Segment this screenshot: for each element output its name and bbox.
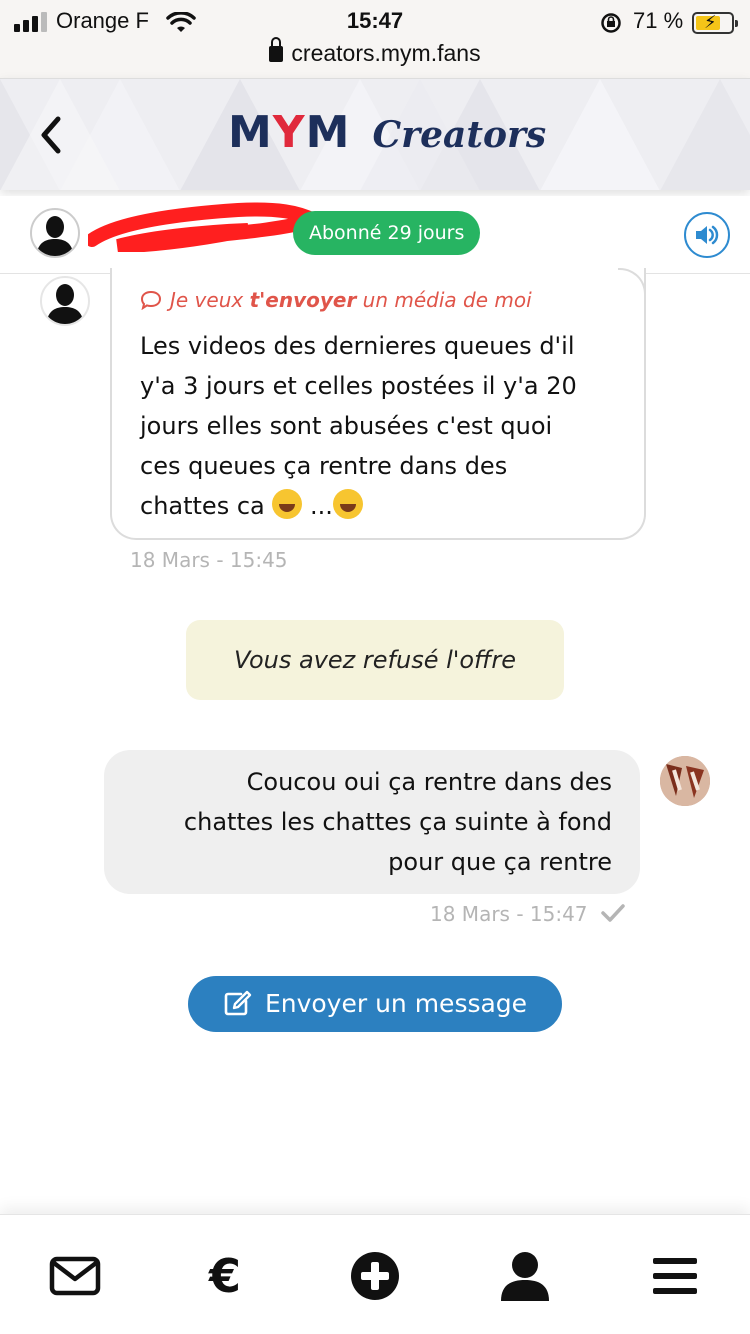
sound-button[interactable] [684, 212, 730, 258]
mym-logo[interactable]: MYM Creators [228, 107, 546, 159]
outgoing-meta: 18 Mars - 15:47 [430, 902, 626, 928]
plus-circle-icon [351, 1252, 399, 1300]
incoming-message[interactable]: Je veux t'envoyer un média de moi Les vi… [110, 268, 646, 540]
nav-create[interactable] [345, 1249, 405, 1303]
sweat-smile-emoji-icon [332, 489, 363, 519]
nav-profile[interactable] [495, 1249, 555, 1303]
logo-mym: MYM [228, 107, 351, 158]
profile-photo-icon [660, 756, 710, 806]
mail-icon [49, 1256, 101, 1296]
user-silhouette-icon [46, 284, 84, 324]
rotation-lock-icon [601, 13, 621, 33]
my-avatar[interactable] [660, 756, 710, 806]
menu-icon [653, 1258, 697, 1294]
charging-bolt-icon: ⚡ [704, 12, 717, 32]
nav-payments[interactable]: € [195, 1249, 255, 1303]
contact-avatar[interactable] [30, 208, 80, 258]
incoming-timestamp: 18 Mars - 15:45 [130, 548, 288, 572]
logo-creators: Creators [372, 114, 547, 156]
redacted-username [88, 202, 318, 252]
battery-percent: 71 % [633, 8, 684, 33]
back-button[interactable] [34, 113, 70, 157]
user-icon [501, 1252, 549, 1301]
checkmark-icon [601, 904, 625, 922]
incoming-message-text: Les videos des dernieres queues d'il y'a… [140, 332, 577, 520]
bottom-navigation: € [0, 1214, 750, 1334]
edit-icon [224, 990, 252, 1016]
status-bar: Orange F 15:47 71 % ⚡ creators.mym.fans [0, 0, 750, 78]
media-request-line: Je veux t'envoyer un média de moi [140, 288, 532, 312]
battery-icon: ⚡ [692, 12, 738, 34]
euro-icon: € [208, 1249, 241, 1303]
conversation-header: Abonné 29 jours [0, 196, 750, 274]
outgoing-message[interactable]: Coucou oui ça rentre dans des chattes le… [104, 750, 640, 894]
volume-icon [696, 225, 719, 245]
address-bar[interactable]: creators.mym.fans [0, 37, 750, 67]
send-message-label: Envoyer un message [264, 989, 528, 1018]
nav-menu[interactable] [645, 1249, 705, 1303]
send-message-button[interactable]: Envoyer un message [188, 976, 562, 1032]
chat-bubble-icon [140, 290, 162, 310]
sender-avatar[interactable] [40, 276, 90, 326]
user-silhouette-icon [36, 216, 74, 256]
outgoing-timestamp: 18 Mars - 15:47 [430, 902, 588, 926]
offer-refused-notice: Vous avez refusé l'offre [186, 620, 564, 700]
nav-messages[interactable] [45, 1249, 105, 1303]
subscription-badge: Abonné 29 jours [293, 211, 481, 255]
lock-icon [269, 37, 284, 62]
app-header: MYM Creators [0, 78, 750, 190]
outgoing-message-text: Coucou oui ça rentre dans des chattes le… [183, 768, 612, 876]
rofl-emoji-icon [272, 489, 303, 519]
url-text: creators.mym.fans [291, 40, 481, 66]
